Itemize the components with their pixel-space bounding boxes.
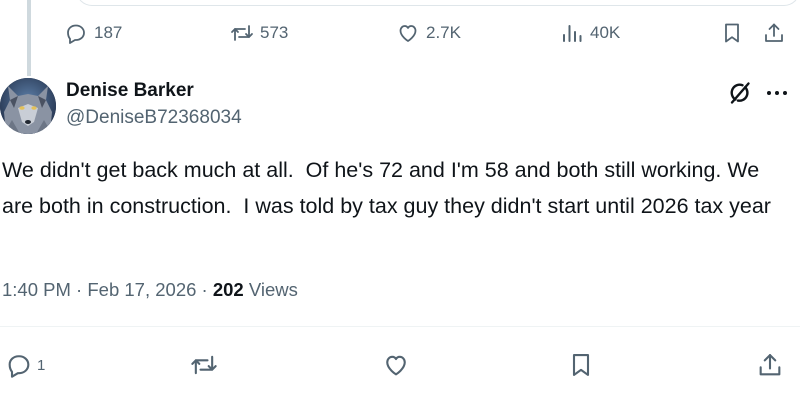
views-count: 202 xyxy=(212,279,244,300)
heart-icon xyxy=(399,25,417,42)
analytics-bars-icon xyxy=(563,25,582,42)
like-button[interactable] xyxy=(382,350,410,380)
meta-separator: · xyxy=(76,279,88,300)
reply-bubble-icon xyxy=(8,355,30,378)
repost-arrows-icon xyxy=(231,25,253,41)
bookmark-icon xyxy=(725,23,739,43)
heart-icon xyxy=(386,355,406,376)
share-upload-icon xyxy=(765,23,783,42)
parent-repost-count: 573 xyxy=(260,23,289,42)
repost-arrows-icon xyxy=(191,355,217,375)
tweet-date[interactable]: Feb 17, 2026 xyxy=(87,279,196,300)
grok-slash-icon[interactable] xyxy=(727,80,753,106)
parent-repost-button[interactable]: 573 xyxy=(230,18,288,48)
parent-like-button[interactable]: 2.7K xyxy=(396,18,461,48)
wolf-avatar-image xyxy=(0,78,56,134)
author-handle[interactable]: @DeniseB72368034 xyxy=(66,107,242,129)
parent-post-action-bar: 187 573 2.7K 40K xyxy=(64,18,800,48)
tweet-text: We didn't get back much at all. Of he's … xyxy=(2,158,771,218)
more-dots-icon[interactable] xyxy=(764,80,790,106)
parent-views-count: 40K xyxy=(590,23,621,42)
tweet-metadata: 1:40 PM · Feb 17, 2026 · 202 Views xyxy=(2,279,298,301)
parent-bookmark-button[interactable] xyxy=(720,18,744,48)
parent-reply-count: 187 xyxy=(94,23,123,42)
parent-reply-button[interactable]: 187 xyxy=(64,18,122,48)
share-upload-icon xyxy=(759,354,781,376)
divider xyxy=(0,326,800,327)
author-name[interactable]: Denise Barker xyxy=(66,80,194,102)
parent-share-button[interactable] xyxy=(762,18,786,48)
thread-connector-line xyxy=(27,0,31,76)
quoted-post-card-edge xyxy=(76,0,800,6)
meta-separator: · xyxy=(201,279,213,300)
reply-button[interactable]: 1 xyxy=(5,350,45,380)
tweet-time[interactable]: 1:40 PM xyxy=(2,279,71,300)
reply-count: 1 xyxy=(37,356,46,374)
repost-button[interactable] xyxy=(190,350,218,380)
views-label: Views xyxy=(248,279,298,300)
bookmark-button[interactable] xyxy=(567,350,595,380)
avatar[interactable] xyxy=(0,78,56,134)
tweet-detail-view: 187 573 2.7K 40K Denise Barker @DeniseB7… xyxy=(0,0,800,403)
bookmark-icon xyxy=(572,354,590,376)
share-button[interactable] xyxy=(756,350,784,380)
parent-like-count: 2.7K xyxy=(426,23,461,42)
parent-views-button[interactable]: 40K xyxy=(560,18,620,48)
reply-bubble-icon xyxy=(67,24,85,44)
